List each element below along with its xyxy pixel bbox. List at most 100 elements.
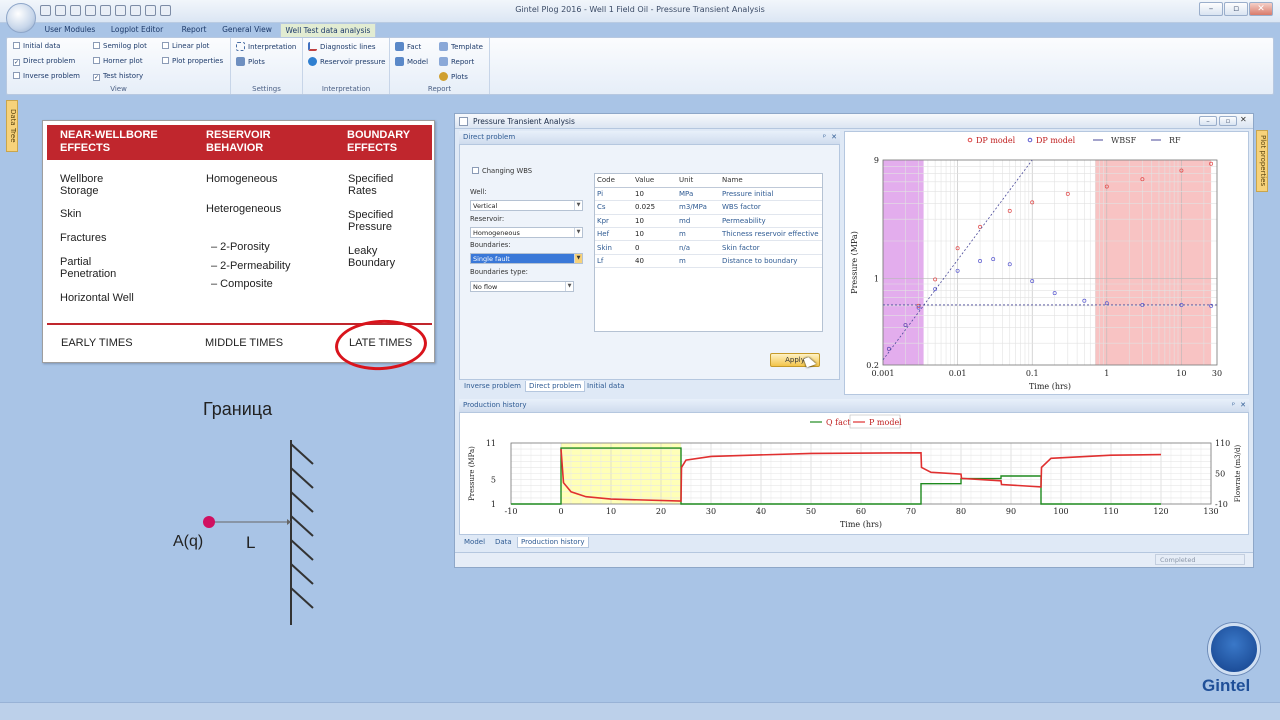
linear-plot-item[interactable]: Linear plot [162,42,209,50]
diagnostic-lines-item[interactable]: Diagnostic lines [308,42,375,51]
checkbox-icon[interactable] [162,57,169,64]
y-tick-label: 1 [874,274,879,283]
table-row[interactable]: Lf 40 m Distance to boundary [595,254,822,269]
pin-icon[interactable]: ᵖ [823,131,826,144]
boundaries-select[interactable]: Single fault ▼ [470,253,583,264]
tab-initial-data[interactable]: Initial data [584,381,627,392]
interpretation-settings-item[interactable]: Interpretation [236,42,296,51]
tab-data[interactable]: Data [492,537,515,548]
cell-name: Thicness reservoir effective [720,227,822,242]
boundaries-type-select[interactable]: No flow ▼ [470,281,574,292]
pta-restore-button[interactable]: ▫ [1219,116,1237,126]
pta-minimize-button[interactable]: – [1199,116,1217,126]
initial-data-item[interactable]: Initial data [13,42,60,50]
data-tree-side-tab[interactable]: Data Tree [6,100,18,152]
cell-value[interactable]: 0.025 [633,200,677,215]
semilog-plot-item[interactable]: Semilog plot [93,42,147,50]
legend-label-q: Q fact [826,418,851,427]
tab-production-history[interactable]: Production history [517,537,589,548]
tab-well-test-data-analysis[interactable]: Well Test data analysis [280,23,376,38]
tab-inverse-problem[interactable]: Inverse problem [461,381,524,392]
item-2-permeability: – 2-Permeability [211,260,291,272]
report-item[interactable]: Report [439,57,474,66]
tab-general-view[interactable]: General View [220,23,274,37]
well-point-icon [203,516,215,528]
cell-value[interactable]: 10 [633,214,677,229]
checkbox-icon[interactable] [13,72,20,79]
changing-wbs-checkbox[interactable]: Changing WBS [472,167,532,175]
pta-close-button[interactable]: ✕ [1240,115,1247,124]
reservoir-pressure-item[interactable]: Reservoir pressure [308,57,385,66]
cell-value[interactable]: 0 [633,240,677,255]
x-tick-label: 0.01 [949,369,967,378]
cell-name: Permeability [720,214,822,229]
cell-code: Cs [595,200,633,215]
direct-problem-title: Direct problem [463,133,516,141]
x-tick-label: 10 [1176,369,1186,378]
label-early-times: EARLY TIMES [61,337,133,349]
item-heterogeneous: Heterogeneous [206,203,282,215]
checkbox-checked-icon[interactable]: ✓ [13,59,20,66]
cell-value[interactable]: 40 [633,254,677,269]
tab-logplot-editor[interactable]: Logplot Editor [106,23,168,37]
y-tick-label: 5 [491,476,496,485]
checkbox-icon[interactable] [472,167,479,174]
legend-marker [967,137,973,143]
status-text: Completed [1155,554,1245,565]
panel-close-icon[interactable]: ✕ [1240,399,1246,412]
pin-icon[interactable]: ᵖ [1232,399,1235,412]
table-row[interactable]: Hef 10 m Thicness reservoir effective [595,227,822,242]
x-tick-label: 120 [1153,507,1168,516]
reservoir-select[interactable]: Homogeneous ▼ [470,227,583,238]
checkbox-checked-icon[interactable]: ✓ [93,74,100,81]
table-row[interactable]: Skin 0 n/a Skin factor [595,240,822,255]
log-log-chart: 0.001 0.01 0.1 1 10 30 0.2 1 9 Time (hrs) Pressure… [850,136,1222,391]
test-history-item[interactable]: ✓ Test history [93,72,143,81]
checkbox-icon[interactable] [13,42,20,49]
header-near-wellbore: NEAR-WELLBORE EFFECTS [60,129,158,154]
horner-plot-item[interactable]: Horner plot [93,57,143,65]
minimize-button[interactable]: – [1199,2,1223,16]
inverse-problem-item[interactable]: Inverse problem [13,72,80,80]
cell-value[interactable]: 10 [633,227,677,242]
well-select[interactable]: Vertical ▼ [470,200,583,211]
template-item[interactable]: Template [439,42,483,51]
tab-user-modules[interactable]: User Modules [40,23,100,37]
production-history-header: Production history ᵖ ✕ [459,399,1249,412]
plots-settings-item[interactable]: Plots [236,57,265,66]
shaded-region-0 [883,160,924,365]
tab-model[interactable]: Model [461,537,488,548]
table-row[interactable]: Cs 0.025 m3/MPa WBS factor [595,200,822,215]
y-tick-label: 11 [486,439,496,448]
model-item[interactable]: Model [395,57,428,66]
distance-label: L [246,533,256,552]
pta-titlebar: Pressure Transient Analysis – ▫ ✕ [455,114,1253,129]
plot-properties-side-tab[interactable]: Plot properties [1256,130,1268,192]
cell-value[interactable]: 10 [633,187,677,202]
table-row[interactable]: Kpr 10 md Permeability [595,214,822,229]
checkbox-icon[interactable] [93,42,100,49]
plot-properties-item[interactable]: Plot properties [162,57,223,65]
boundary-effects-slide: NEAR-WELLBORE EFFECTS RESERVOIR BEHAVIOR… [42,120,435,373]
tab-report[interactable]: Report [174,23,214,37]
fact-icon [395,42,404,51]
table-header-row: Code Value Unit Name [595,174,822,188]
reservoir-label: Reservoir: [470,215,505,223]
checkbox-icon[interactable] [162,42,169,49]
plots-report-item[interactable]: Plots [439,72,468,81]
panel-close-icon[interactable]: ✕ [831,131,837,144]
maximize-button[interactable]: ▫ [1224,2,1248,16]
close-button[interactable]: ✕ [1249,2,1273,16]
checkbox-icon[interactable] [93,57,100,64]
template-icon [439,42,448,51]
x-tick-label: 0.001 [872,369,895,378]
col-name: Name [720,174,822,188]
tab-direct-problem[interactable]: Direct problem [525,381,586,392]
fact-item[interactable]: Fact [395,42,421,51]
direct-problem-item[interactable]: ✓ Direct problem [13,57,75,66]
item-composite: – Composite [211,278,273,290]
interpretation-icon [236,42,245,51]
table-row[interactable]: Pi 10 MPa Pressure initial [595,187,822,202]
production-history-panel: -10 0 10 20 30 40 50 60 70 80 90 100 110 120 130 1 5 11 -1… [459,412,1249,535]
cell-code: Skin [595,240,633,255]
